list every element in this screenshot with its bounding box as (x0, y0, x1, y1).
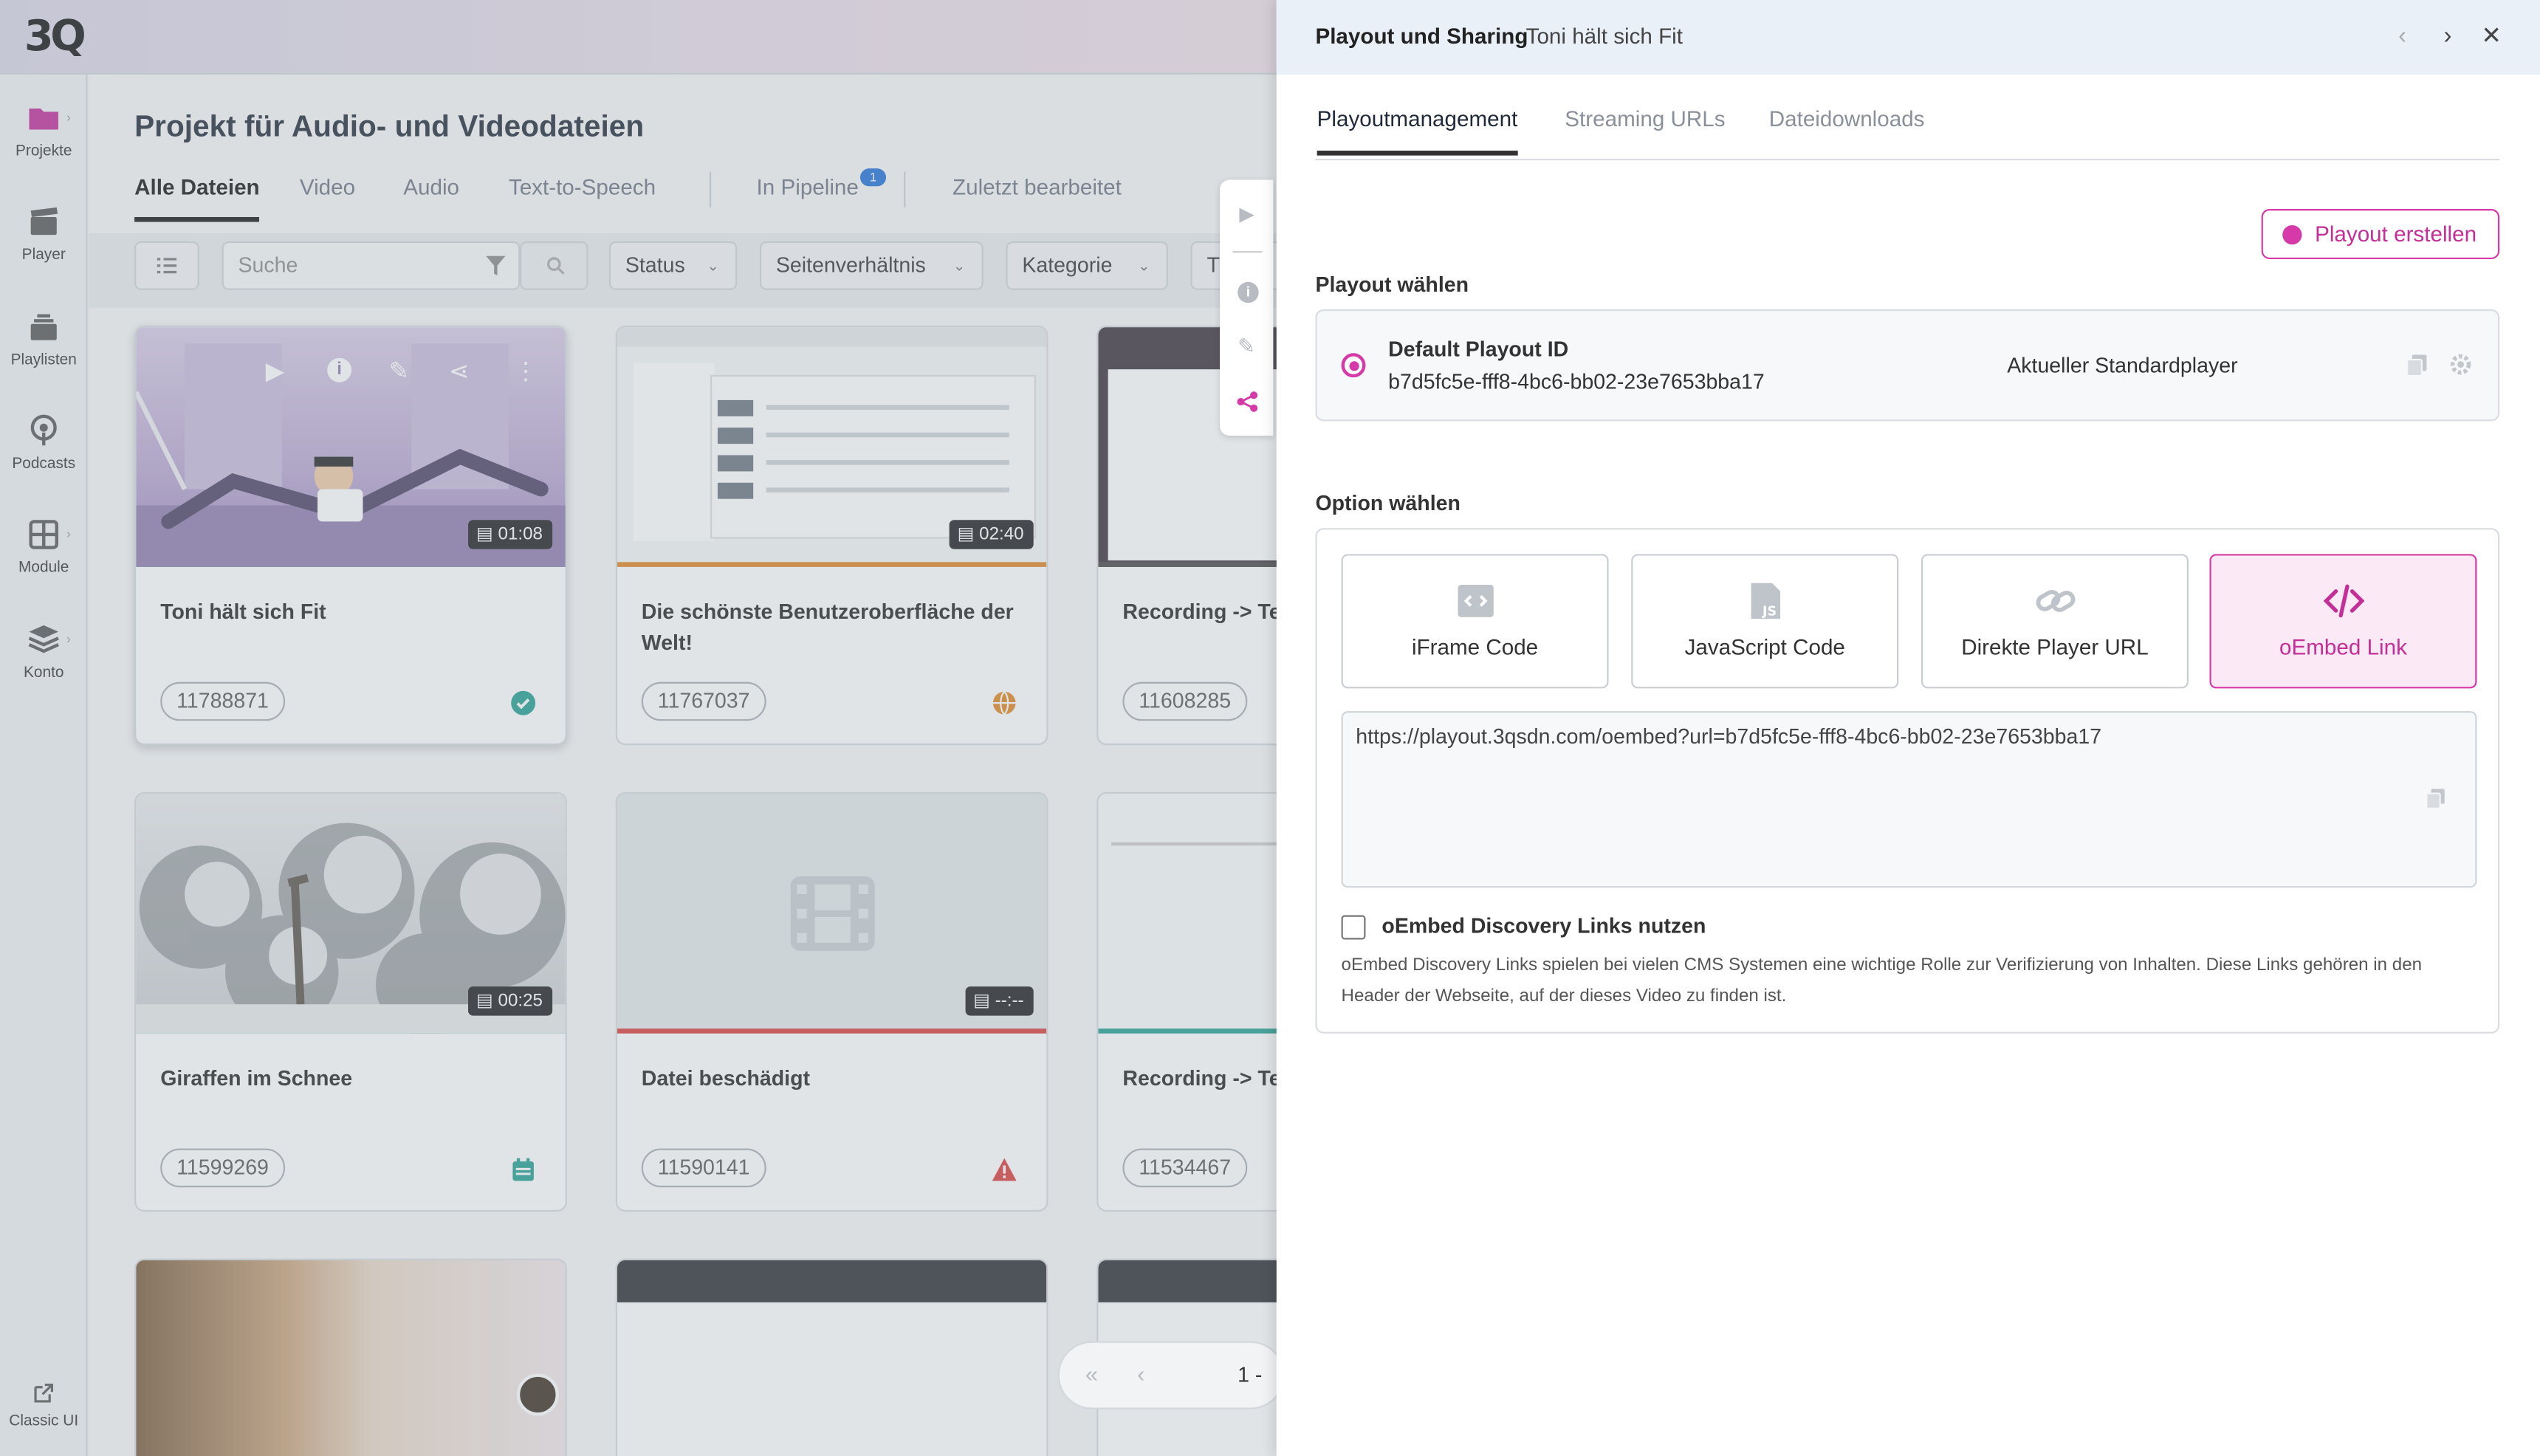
playout-status: Aktueller Standardplayer (2007, 353, 2238, 378)
divider (1232, 251, 1263, 253)
option-oembed-link[interactable]: oEmbed Link (2209, 554, 2477, 689)
settings-gear-icon[interactable] (2449, 353, 2472, 376)
panel-title: Playout und Sharing (1315, 24, 1528, 49)
info-icon[interactable]: i (1238, 281, 1259, 303)
page-number: 1 - (1238, 1362, 1263, 1387)
next-icon[interactable]: › (2431, 21, 2464, 54)
pagination: « ‹ 1 - (1057, 1341, 1285, 1409)
tab-playoutmanagement[interactable]: Playoutmanagement (1317, 107, 1517, 156)
option-iframe-code[interactable]: iFrame Code (1341, 554, 1609, 689)
option-label: iFrame Code (1411, 635, 1539, 659)
code-window-icon (1458, 584, 1494, 617)
js-file-icon: JS (1751, 583, 1781, 619)
card-action-strip: ▶ i ✎ (1220, 179, 1274, 436)
option-label: oEmbed Link (2279, 635, 2407, 659)
panel-subtitle: Toni hält sich Fit (1525, 24, 1683, 49)
modal-backdrop[interactable] (0, 0, 1277, 1456)
svg-text:JS: JS (1762, 605, 1777, 619)
embed-url-field[interactable]: https://playout.3qsdn.com/oembed?url=b7d… (1341, 711, 2477, 888)
section-playout-waehlen: Playout wählen (1315, 272, 1469, 297)
option-label: JavaScript Code (1684, 635, 1845, 659)
oembed-discovery-label[interactable]: oEmbed Discovery Links nutzen (1381, 913, 1706, 938)
copy-icon[interactable] (2426, 789, 2445, 808)
code-brackets-icon (2323, 584, 2365, 618)
first-page-icon[interactable]: « (1085, 1361, 1098, 1387)
playout-option-row[interactable]: Default Playout ID b7d5fc5e-fff8-4bc6-bb… (1315, 309, 2500, 422)
option-direkte-player-url[interactable]: Direkte Player URL (1921, 554, 2189, 689)
option-label: Direkte Player URL (1961, 635, 2149, 659)
panel-tabs: Playoutmanagement Streaming URLs Dateido… (1315, 107, 2500, 161)
create-playout-button[interactable]: Playout erstellen (2261, 209, 2500, 260)
edit-pencil-icon[interactable]: ✎ (1238, 334, 1255, 360)
previous-icon[interactable]: ‹ (2386, 21, 2419, 54)
prev-page-icon[interactable]: ‹ (1137, 1361, 1144, 1387)
tab-dateidownloads[interactable]: Dateidownloads (1769, 107, 1925, 131)
playout-radio[interactable] (1341, 353, 1366, 378)
play-icon[interactable]: ▶ (1239, 202, 1254, 225)
panel-header: Playout und Sharing Toni hält sich Fit ‹… (1276, 0, 2540, 75)
oembed-discovery-help: oEmbed Discovery Links spielen bei viele… (1341, 955, 2423, 1006)
close-icon[interactable]: ✕ (2475, 21, 2508, 54)
oembed-discovery-checkbox[interactable] (1341, 915, 1366, 940)
plus-circle-icon (2282, 224, 2302, 245)
playout-id: b7d5fc5e-fff8-4bc6-bb02-23e7653bba17 (1388, 369, 1765, 394)
playout-sharing-panel: Playout und Sharing Toni hält sich Fit ‹… (1276, 0, 2540, 1456)
option-box: iFrame Code JS JavaScript Code Direkte P… (1315, 528, 2500, 1034)
create-playout-label: Playout erstellen (2315, 222, 2477, 247)
section-option-waehlen: Option wählen (1315, 490, 1460, 515)
tab-streaming-urls[interactable]: Streaming URLs (1565, 107, 1725, 131)
option-javascript-code[interactable]: JS JavaScript Code (1631, 554, 1899, 689)
playout-name: Default Playout ID (1388, 337, 1569, 362)
link-icon (2036, 590, 2076, 612)
copy-icon[interactable] (2407, 354, 2429, 376)
share-icon[interactable] (1236, 391, 1259, 413)
embed-url-text: https://playout.3qsdn.com/oembed?url=b7d… (1356, 724, 2102, 749)
